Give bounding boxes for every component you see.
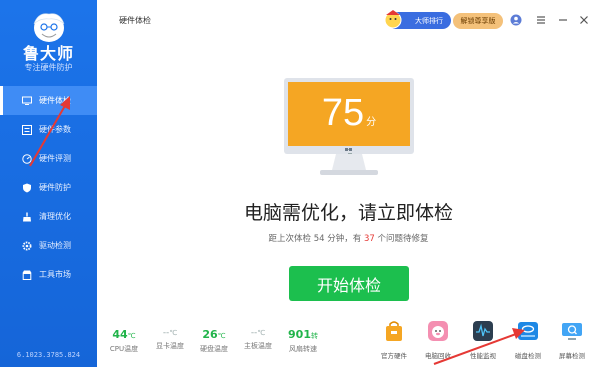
sidebar-item-hardware-protection[interactable]: 硬件防护: [0, 173, 97, 202]
list-icon: [22, 124, 32, 135]
fan-speed-stat: 901转 风扇转速: [278, 328, 328, 354]
sidebar-item-clean-optimize[interactable]: 清理优化: [0, 202, 97, 231]
tool-disk-check[interactable]: 磁盘检测: [506, 320, 550, 360]
issue-count: 37: [363, 234, 375, 244]
stat-label: CPU温度: [109, 345, 139, 353]
stat-value: 26℃: [189, 328, 239, 341]
sidebar-item-label: 工具市场: [39, 270, 71, 279]
monitor-icon: [22, 96, 32, 106]
shop-bag-icon: [386, 321, 402, 341]
tool-label: 官方硬件: [381, 352, 407, 360]
sidebar-item-label: 硬件防护: [39, 183, 71, 192]
close-icon[interactable]: [577, 13, 591, 27]
unlock-vip-button[interactable]: 解锁尊享版: [453, 13, 503, 29]
brand-name: 鲁大师: [22, 44, 74, 63]
sidebar-item-label: 硬件体检: [39, 96, 71, 105]
stat-unit: ℃: [257, 329, 266, 337]
tool-label: 电脑回收: [425, 352, 451, 360]
page-title: 硬件体检: [119, 16, 151, 25]
sidebar-nav: 硬件体检 硬件参数 硬件评测 硬件防护 清理优化 驱动检测 工具市场: [0, 86, 97, 289]
tool-label: 性能监视: [470, 352, 496, 360]
tool-label: 屏幕检测: [559, 352, 585, 360]
sidebar-item-label: 硬件评测: [39, 154, 71, 163]
brand-slogan: 专注硬件防护: [24, 63, 73, 72]
store-icon: [22, 270, 32, 280]
stat-label: 显卡温度: [156, 342, 184, 350]
stat-unit: ℃: [127, 332, 136, 340]
stat-label: 风扇转速: [289, 345, 317, 353]
score-number: 75: [321, 92, 365, 134]
stat-value: 901转: [278, 328, 328, 341]
score-unit: 分: [366, 117, 377, 128]
stat-unit: ℃: [169, 329, 178, 337]
stat-number: 26: [202, 328, 218, 341]
stat-unit: ℃: [217, 332, 226, 340]
sidebar: 鲁大师 专注硬件防护 硬件体检 硬件参数 硬件评测 硬件防护 清理优化 驱动检测…: [0, 0, 97, 367]
stat-unit: 转: [310, 332, 318, 340]
sidebar-item-hardware-benchmark[interactable]: 硬件评测: [0, 144, 97, 173]
disk-temp-stat: 26℃ 硬盘温度: [189, 328, 239, 354]
master-rank-label: 大师排行: [415, 16, 443, 25]
shield-icon: [22, 183, 32, 193]
status-subline: 距上次体检 54 分钟，有 37 个问题待修复: [97, 232, 600, 244]
subline-suffix: 个问题待修复: [374, 234, 429, 244]
gpu-temp-stat: --℃ 显卡温度: [145, 328, 195, 351]
version-label: 6.1023.3785.824: [16, 351, 81, 359]
piggy-icon: [428, 321, 448, 341]
subline-prefix: 距上次体检 54 分钟，有: [268, 234, 364, 244]
gear-icon: [22, 241, 32, 251]
board-temp-stat: --℃ 主板温度: [233, 328, 283, 351]
tool-pc-recycle[interactable]: 电脑回收: [416, 320, 460, 360]
stat-number: 44: [112, 328, 128, 341]
start-checkup-button[interactable]: 开始体检: [289, 266, 409, 301]
sidebar-item-driver-detect[interactable]: 驱动检测: [0, 231, 97, 260]
stat-label: 硬盘温度: [200, 345, 228, 353]
tool-official-hardware[interactable]: 官方硬件: [372, 320, 416, 360]
sidebar-item-tool-market[interactable]: 工具市场: [0, 260, 97, 289]
score-monitor: 75 分: [284, 78, 414, 178]
tool-performance-monitor[interactable]: 性能监视: [461, 320, 505, 360]
sidebar-item-hardware-checkup[interactable]: 硬件体检: [0, 86, 97, 115]
cpu-temp-stat: 44℃ CPU温度: [99, 328, 149, 354]
stat-value: 44℃: [99, 328, 149, 341]
menu-icon[interactable]: [534, 13, 548, 27]
status-headline: 电脑需优化，请立即体检: [243, 202, 453, 224]
minimize-icon[interactable]: [556, 13, 570, 27]
tool-screen-check[interactable]: 屏幕检测: [550, 320, 594, 360]
screen-icon: [562, 323, 582, 340]
header-bar: 硬件体检 大师排行 解锁尊享版: [97, 0, 600, 40]
sidebar-item-label: 驱动检测: [39, 241, 71, 250]
sidebar-item-hardware-params[interactable]: 硬件参数: [0, 115, 97, 144]
stat-number: 901: [288, 328, 311, 341]
sidebar-item-label: 硬件参数: [39, 125, 71, 134]
master-avatar-icon: [384, 10, 402, 29]
tool-label: 磁盘检测: [515, 352, 541, 360]
user-icon[interactable]: [509, 13, 523, 27]
broom-icon: [22, 212, 32, 222]
disk-icon: [518, 322, 538, 340]
stat-value: --℃: [145, 328, 195, 338]
stat-value: --℃: [233, 328, 283, 338]
gauge-icon: [22, 153, 32, 164]
master-rank-button[interactable]: 大师排行: [384, 10, 451, 29]
logo-icon: [33, 13, 65, 42]
sidebar-item-label: 清理优化: [39, 212, 71, 221]
monitor-wave-icon: [473, 321, 493, 341]
score-value: 75 分: [284, 92, 414, 135]
stat-label: 主板温度: [244, 342, 272, 350]
